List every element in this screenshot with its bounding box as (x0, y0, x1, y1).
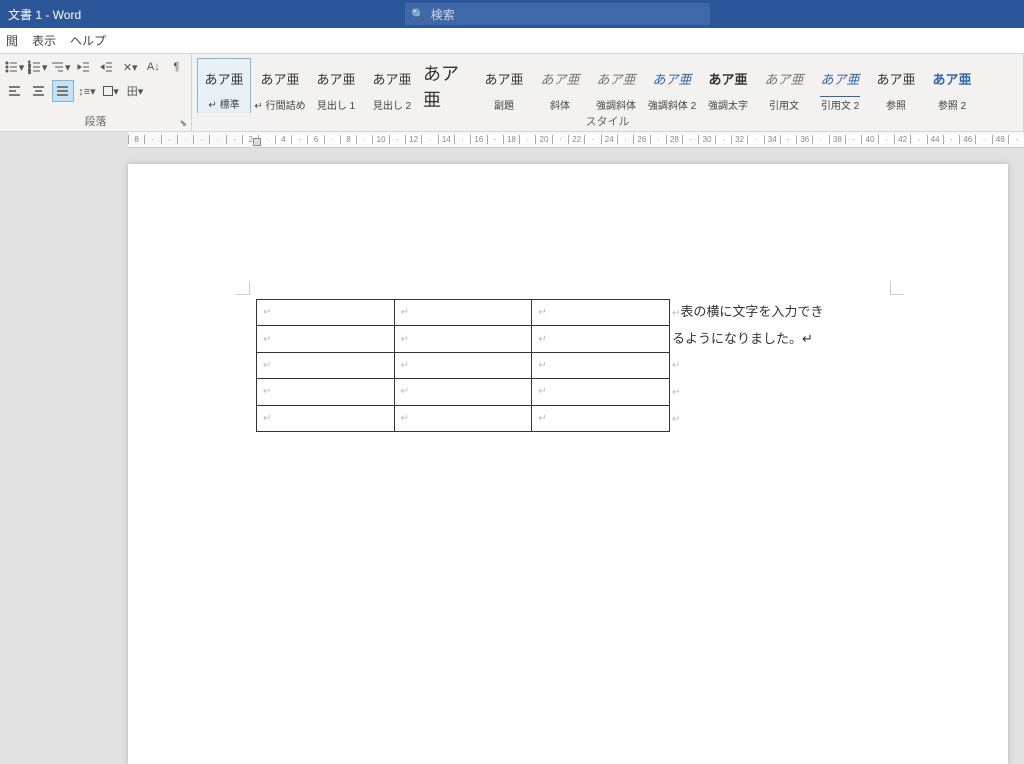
line-spacing-button[interactable]: ↕≡▾ (76, 80, 98, 102)
table-cell[interactable]: ↵ (394, 352, 532, 378)
style-item-7[interactable]: あア亜強調斜体 (589, 58, 643, 113)
table-cell[interactable]: ↵ (257, 300, 395, 326)
table-cell[interactable]: ↵ (394, 379, 532, 405)
style-item-13[interactable]: あア亜参照 2 (925, 58, 979, 113)
align-left-button[interactable] (4, 80, 26, 102)
ltr-button[interactable]: ✕▾ (120, 56, 141, 78)
table-cell[interactable]: ↵ (257, 352, 395, 378)
align-center-button[interactable] (28, 80, 50, 102)
multilevel-button[interactable]: ▾ (50, 56, 71, 78)
table-cell[interactable]: ↵ (532, 405, 670, 431)
shading-button[interactable]: ▾ (100, 80, 122, 102)
table-cell[interactable]: ↵ (532, 352, 670, 378)
table-cell[interactable]: ↵ (394, 326, 532, 352)
menubar: 閲 表示 ヘルプ (0, 28, 1024, 54)
paragraph-launcher-icon[interactable]: ⬊ (179, 118, 187, 129)
search-icon: 🔍 (411, 8, 425, 21)
table-cell[interactable]: ↵ (257, 326, 395, 352)
group-label-styles: スタイル (196, 113, 1019, 131)
ribbon-group-paragraph: ▾ 123▾ ▾ ✕▾ A↓ ¶ ↕≡▾ ▾ 田▾ 段落 ⬊ (0, 54, 192, 131)
bullets-button[interactable]: ▾ (4, 56, 25, 78)
group-label-paragraph: 段落 (4, 113, 187, 131)
numbering-button[interactable]: 123▾ (27, 56, 48, 78)
style-item-4[interactable]: あア亜表題 (421, 58, 475, 113)
table-cell[interactable]: ↵ (394, 405, 532, 431)
document-page[interactable]: ↵↵↵↵↵↵↵↵↵↵↵↵↵↵↵ ↵表の横に文字を入力できるようになりました。↵↵… (128, 164, 1008, 764)
style-gallery[interactable]: あア亜↵ 標準あア亜↵ 行間詰めあア亜見出し 1あア亜見出し 2あア亜表題あア亜… (196, 56, 1019, 113)
workarea: 8······2·4·6·8·10·12·14·16·18·20·22·24·2… (0, 132, 1024, 549)
table-cell[interactable]: ↵ (394, 300, 532, 326)
titlebar: 文書 1 - Word 🔍 検索 (0, 0, 1024, 28)
style-item-12[interactable]: あア亜参照 (869, 58, 923, 113)
search-placeholder: 検索 (431, 6, 455, 23)
tab-view-partial[interactable]: 閲 (0, 28, 24, 53)
style-item-6[interactable]: あア亜斜体 (533, 58, 587, 113)
side-text[interactable]: ↵表の横に文字を入力できるようになりました。↵↵↵↵ (670, 299, 823, 432)
decrease-indent-button[interactable] (73, 56, 94, 78)
document-table[interactable]: ↵↵↵↵↵↵↵↵↵↵↵↵↵↵↵ (256, 299, 670, 432)
document-title: 文書 1 - Word (0, 6, 81, 23)
style-item-10[interactable]: あア亜引用文 (757, 58, 811, 113)
ribbon-group-styles: あア亜↵ 標準あア亜↵ 行間詰めあア亜見出し 1あア亜見出し 2あア亜表題あア亜… (192, 54, 1024, 131)
style-item-0[interactable]: あア亜↵ 標準 (197, 58, 251, 113)
show-marks-button[interactable]: ¶ (166, 56, 187, 78)
style-item-5[interactable]: あア亜副題 (477, 58, 531, 113)
indent-marker-icon[interactable] (253, 138, 261, 146)
ribbon: ▾ 123▾ ▾ ✕▾ A↓ ¶ ↕≡▾ ▾ 田▾ 段落 ⬊ あア亜↵ 標準あア… (0, 54, 1024, 132)
style-item-2[interactable]: あア亜見出し 1 (309, 58, 363, 113)
style-item-3[interactable]: あア亜見出し 2 (365, 58, 419, 113)
tab-display[interactable]: 表示 (26, 28, 62, 53)
margin-corner-tr (890, 281, 904, 295)
margin-corner-tl (236, 281, 250, 295)
horizontal-ruler[interactable]: 8······2·4·6·8·10·12·14·16·18·20·22·24·2… (128, 132, 1024, 148)
table-cell[interactable]: ↵ (257, 405, 395, 431)
table-cell[interactable]: ↵ (532, 379, 670, 405)
search-box[interactable]: 🔍 検索 (405, 3, 710, 25)
align-justify-button[interactable] (52, 80, 74, 102)
style-item-1[interactable]: あア亜↵ 行間詰め (253, 58, 307, 113)
table-cell[interactable]: ↵ (532, 300, 670, 326)
style-item-11[interactable]: あア亜引用文 2 (813, 58, 867, 113)
sort-button[interactable]: A↓ (143, 56, 164, 78)
table-cell[interactable]: ↵ (532, 326, 670, 352)
svg-text:3: 3 (28, 70, 31, 74)
style-item-8[interactable]: あア亜強調斜体 2 (645, 58, 699, 113)
tab-help[interactable]: ヘルプ (64, 28, 112, 53)
borders-button[interactable]: 田▾ (124, 80, 146, 102)
style-item-9[interactable]: あア亜強調太字 (701, 58, 755, 113)
increase-indent-button[interactable] (97, 56, 118, 78)
table-cell[interactable]: ↵ (257, 379, 395, 405)
